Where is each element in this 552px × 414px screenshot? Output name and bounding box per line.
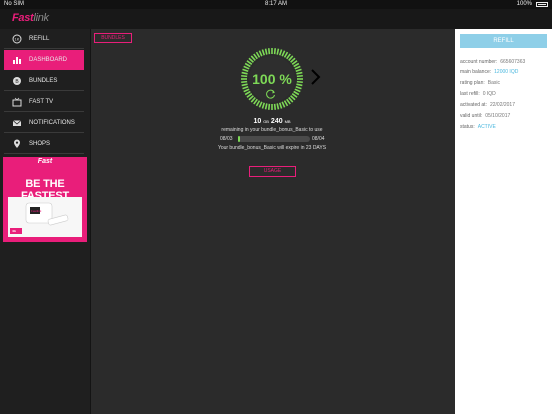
main-balance-row: main balance: 12000 IQD [460,69,519,75]
map-pin-icon [12,139,22,149]
gauge-segment [273,103,277,110]
sidebar-item-label: NOTIFICATIONS [29,120,75,126]
sidebar-item-refill[interactable]: 1K REFILL [4,29,84,49]
promo-device-image: Fastlink 4G [8,197,82,237]
gauge-segment [295,85,302,90]
gauge-segment [286,98,291,105]
sidebar-item-dashboard[interactable]: DASHBOARD [4,50,84,70]
sidebar-item-notifications[interactable]: NOTIFICATIONS [4,113,84,133]
gauge-segment [281,50,286,57]
gauge-percent-label: 100 % [252,71,292,87]
device-label: Fastlink [31,209,42,213]
gauge-segment [244,62,251,68]
gauge-segment [281,101,286,108]
period-start-date: 08/03 [220,136,233,142]
gauge-segment [290,95,296,101]
sidebar-item-shops[interactable]: SHOPS [4,134,84,154]
status-row: status: ACTIVE [460,124,496,130]
expiry-text: Your bundle_bonus_Basic will expire in 2… [217,145,327,151]
svg-text:1K: 1K [15,37,20,42]
gauge-segment [258,101,263,108]
gauge-segment [261,49,266,56]
remaining-amount: 10 GB 240 MB [253,118,291,125]
gauge-segment [250,55,256,61]
usage-button[interactable]: USAGE [249,166,296,177]
gauge-segment [248,57,254,63]
bar-chart-icon [12,55,22,65]
gauge-segment [278,102,283,109]
gauge-segment [243,88,250,93]
battery-icon [536,2,548,7]
period-progress-fill [238,136,241,142]
account-number-row: account number: 665607363 [460,59,526,65]
activated-at-row: activated at: 22/02/2017 [460,102,515,108]
status-badge: ACTIVE [477,124,496,130]
gauge-segment [243,65,250,70]
gauge-segment [255,51,261,58]
gauge-segment [288,55,294,61]
gauge-segment [293,90,300,96]
sidebar-item-label: REFILL [29,36,50,42]
gauge-segment [255,100,261,107]
promo-banner[interactable]: Fast BE THE FASTEST Fastlink 4G [3,157,87,242]
promo-badge: 4G [12,229,17,233]
gauge-segment [258,50,263,57]
envelope-icon [12,118,22,128]
sidebar-item-bundles[interactable]: B BUNDLES [4,71,84,91]
gauge-segment [286,53,291,60]
gauge-segment [267,103,271,110]
battery-percent: 100% [516,1,532,7]
gauge-segment [244,90,251,96]
clock: 8:17 AM [264,1,287,7]
tv-icon [12,97,22,107]
gauge-segment [293,62,300,68]
gauge-segment [283,100,289,107]
gauge-segment [250,97,256,103]
gauge-segment [242,85,249,90]
bundles-icon: B [12,76,22,86]
sidebar-item-label: BUNDLES [29,78,58,84]
app-header: Fastlink [0,9,552,29]
gauge-segment [276,103,280,110]
fastlink-logo: Fastlink [12,12,49,24]
gauge-segment [246,93,253,98]
sidebar-item-label: DASHBOARD [29,57,68,63]
sidebar-item-label: FAST TV [29,99,54,105]
remaining-description: remaining in your bundle_bonus_Basic to … [221,127,323,133]
gauge-segment [291,93,298,98]
gauge-segment [278,49,283,56]
gauge-segment [267,48,271,55]
account-panel: REFILL account number: 665607363 main bal… [455,29,552,414]
gauge-segment [288,97,294,103]
status-bar: No SIM 8:17 AM 100% [0,0,552,9]
promo-brand: Fast [37,158,53,165]
sidebar: 1K REFILL DASHBOARD B BUNDLES FAST TV NO… [0,29,91,414]
rating-plan-row: rating plan: Basic [460,80,500,86]
gauge-segment [276,48,280,55]
chevron-right-icon[interactable] [309,67,321,87]
gauge-segment [294,65,301,70]
period-end-date: 08/04 [312,136,325,142]
gauge-segment [294,88,301,93]
last-refill-row: last refill: 0 IQD [460,91,496,97]
valid-until-row: valid until: 05/10/2017 [460,113,511,119]
sidebar-item-label: SHOPS [29,141,51,147]
gauge-segment [253,53,258,60]
gauge-segment [291,60,298,65]
gauge-segment [264,48,268,55]
period-progress-bar [238,136,310,142]
gauge-segment [261,102,266,109]
refresh-icon[interactable] [265,89,277,99]
gauge-segment [273,48,277,55]
gauge-segment [290,57,296,63]
sidebar-item-fast-tv[interactable]: FAST TV [4,92,84,112]
gauge-segment [264,103,268,110]
refill-button[interactable]: REFILL [460,34,547,48]
gauge-segment [283,51,289,58]
gauge-segment [246,60,253,65]
gauge-segment [253,98,258,105]
bundles-button[interactable]: BUNDLES [94,33,132,43]
refill-icon: 1K [12,34,22,44]
gauge-segment [248,95,254,101]
